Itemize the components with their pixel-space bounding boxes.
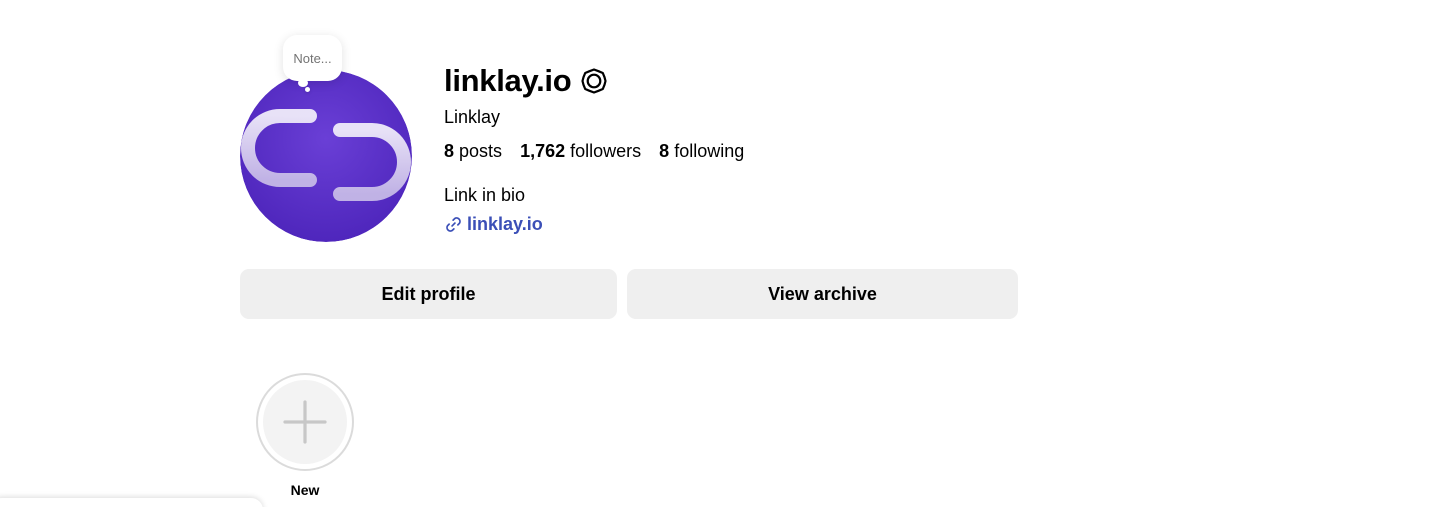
new-highlight[interactable]: New: [256, 373, 354, 498]
link-icon: [444, 215, 463, 234]
edit-profile-button[interactable]: Edit profile: [240, 269, 617, 319]
posts-label: posts: [459, 141, 503, 161]
note-bubble-dot: [305, 87, 310, 92]
plus-icon: [283, 400, 327, 444]
note-placeholder: Note...: [293, 50, 332, 66]
profile-avatar[interactable]: [240, 70, 412, 242]
bio-link-text: linklay.io: [467, 214, 543, 234]
username: linklay.io: [444, 63, 572, 98]
following-label: following: [674, 141, 745, 161]
following-stat[interactable]: 8 following: [659, 141, 744, 162]
new-highlight-inner: [263, 380, 347, 464]
new-highlight-label: New: [290, 482, 320, 498]
following-count: 8: [659, 141, 670, 161]
followers-count: 1,762: [520, 141, 566, 161]
full-name: Linklay: [444, 107, 501, 127]
profile-stats: 8 posts 1,762 followers 8 following: [444, 141, 762, 162]
link-chain-logo-icon: [240, 70, 412, 242]
messages-panel-edge[interactable]: [0, 498, 263, 507]
settings-gear-icon[interactable]: [580, 67, 608, 95]
followers-label: followers: [570, 141, 642, 161]
posts-stat[interactable]: 8 posts: [444, 141, 502, 162]
username-row: linklay.io: [444, 60, 608, 102]
new-highlight-ring: [256, 373, 354, 471]
profile-page: Note... linklay.io Linklay 8 posts 1,762…: [0, 0, 1440, 507]
followers-stat[interactable]: 1,762 followers: [520, 141, 641, 162]
note-bubble[interactable]: Note...: [283, 35, 342, 81]
bio-text: Link in bio: [444, 185, 526, 205]
note-bubble-tail: [298, 79, 308, 87]
posts-count: 8: [444, 141, 455, 161]
view-archive-button[interactable]: View archive: [627, 269, 1018, 319]
bio-link[interactable]: linklay.io: [444, 214, 543, 235]
